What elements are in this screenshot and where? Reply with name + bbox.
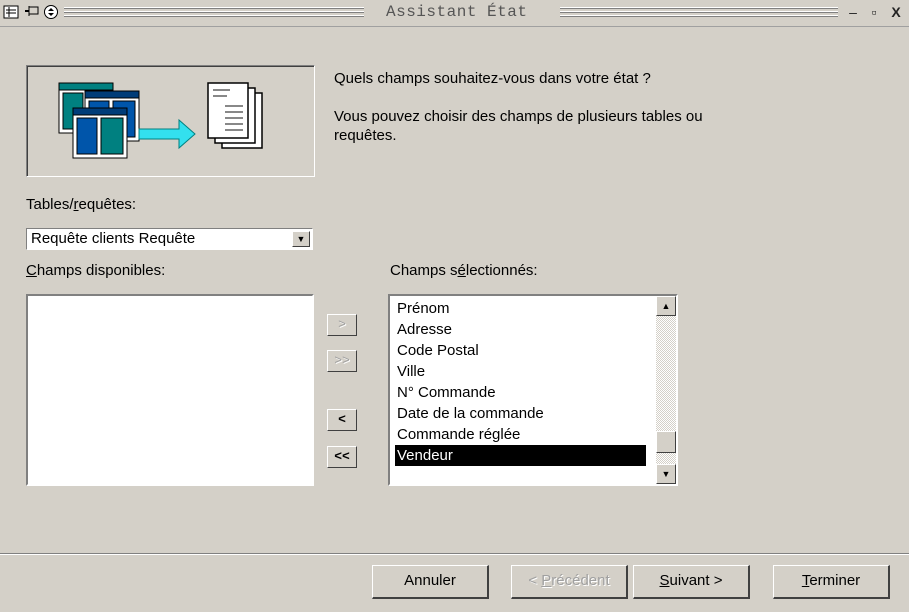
chevron-down-icon[interactable]: ▼ [292,231,310,247]
window-menu-icon[interactable] [3,4,19,20]
title-bar: Assistant État – ▫ X [0,0,909,27]
remove-all-fields-button[interactable]: << [327,446,357,468]
selected-fields-list[interactable]: Prénom Adresse Code Postal Ville N° Commande… [388,294,678,486]
cancel-button[interactable]: Annuler [372,565,489,599]
remove-field-button[interactable]: < [327,409,357,431]
available-fields-label: Champs disponibles: [26,262,166,279]
combobox-value: Requête clients Requête [31,230,196,247]
report-wizard-icon [58,82,263,159]
list-item[interactable]: Adresse [397,319,452,340]
previous-button[interactable]: < Précédent [511,565,628,599]
list-item[interactable]: Prénom [397,298,450,319]
window-title: Assistant État [378,3,536,21]
pin-icon[interactable] [24,4,40,20]
add-field-button[interactable]: > [327,314,357,336]
next-button[interactable]: Suivant > [633,565,750,599]
minimize-icon[interactable]: – [845,4,861,20]
wizard-illustration [26,65,315,177]
scroll-up-icon[interactable]: ▲ [656,296,676,316]
close-icon[interactable]: X [888,4,904,20]
add-all-fields-button[interactable]: >> [327,350,357,372]
vertical-scrollbar[interactable]: ▲ ▼ [656,296,676,484]
footer-separator [0,553,909,555]
list-item[interactable]: Code Postal [397,340,479,361]
wizard-info-line2: requêtes. [334,127,397,144]
list-item[interactable]: N° Commande [397,382,496,403]
tables-queries-combobox[interactable]: Requête clients Requête ▼ [26,228,313,250]
selected-fields-label: Champs sélectionnés: [390,262,538,279]
available-fields-list[interactable] [26,294,314,486]
tables-queries-label: Tables/requêtes: [26,196,137,213]
scroll-down-icon[interactable]: ▼ [656,464,676,484]
finish-button[interactable]: Terminer [773,565,890,599]
list-item[interactable]: Ville [397,361,425,382]
list-item[interactable]: Vendeur [395,445,646,466]
scrollbar-thumb[interactable] [656,431,676,453]
rollup-icon[interactable] [43,4,59,20]
wizard-question: Quels champs souhaitez-vous dans votre é… [334,70,651,87]
wizard-info-line1: Vous pouvez choisir des champs de plusie… [334,108,703,125]
list-item[interactable]: Commande réglée [397,424,520,445]
list-item[interactable]: Date de la commande [397,403,544,424]
maximize-icon[interactable]: ▫ [866,4,882,20]
